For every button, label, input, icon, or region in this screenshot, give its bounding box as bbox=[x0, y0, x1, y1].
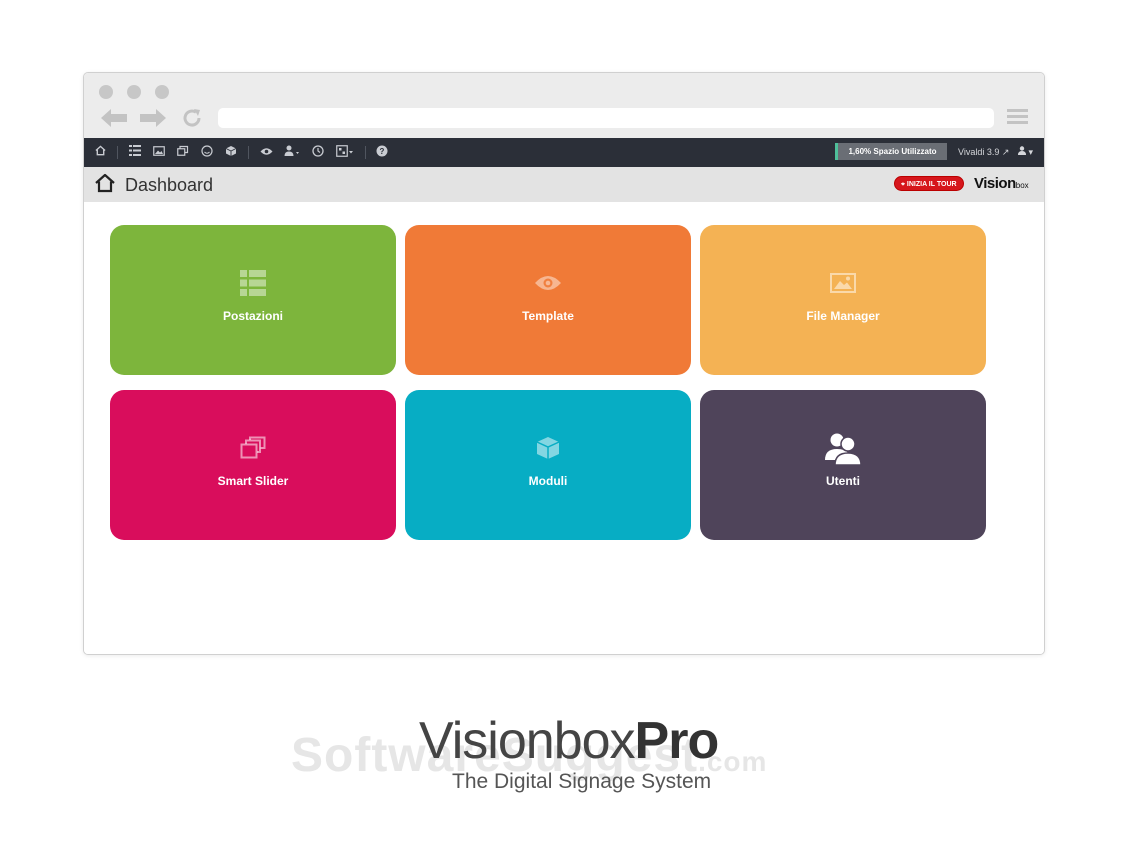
page-title: Dashboard bbox=[125, 175, 214, 195]
start-tour-label: INIZIA IL TOUR bbox=[906, 181, 957, 188]
qr-code-icon[interactable] bbox=[336, 145, 354, 159]
hamburger-menu-icon[interactable] bbox=[1007, 109, 1028, 125]
browser-chrome bbox=[84, 73, 1044, 138]
tile-postazioni[interactable]: Postazioni bbox=[110, 225, 396, 375]
tile-label: Template bbox=[522, 309, 574, 323]
tile-file-manager[interactable]: File Manager bbox=[700, 225, 986, 375]
user-menu[interactable]: ▾ bbox=[1018, 145, 1033, 159]
storage-usage-bar[interactable]: 1,60% Spazio Utilizzato bbox=[835, 143, 947, 160]
slides-icon[interactable] bbox=[177, 145, 189, 159]
home-icon[interactable] bbox=[95, 145, 106, 159]
window-maximize-dot[interactable] bbox=[155, 85, 169, 99]
window-close-dot[interactable] bbox=[99, 85, 113, 99]
home-outline-icon[interactable] bbox=[94, 173, 116, 193]
tile-moduli[interactable]: Moduli bbox=[405, 390, 691, 540]
toolbar-separator bbox=[248, 146, 249, 159]
eye-icon[interactable] bbox=[260, 145, 273, 159]
footer-logo: SoftwareSuggest.com VisionboxPro The Dig… bbox=[0, 712, 1130, 812]
back-arrow-icon[interactable] bbox=[99, 107, 129, 131]
toolbar-separator bbox=[365, 146, 366, 159]
brand-logo: Visionbox bbox=[974, 175, 1029, 195]
svg-text:?: ? bbox=[380, 147, 385, 156]
product-name-main: Visionbox bbox=[419, 712, 636, 770]
map-pin-icon: ⌖ bbox=[901, 181, 905, 188]
tile-label: Postazioni bbox=[222, 309, 283, 323]
reload-icon[interactable] bbox=[181, 107, 203, 131]
tile-smart-slider[interactable]: Smart Slider bbox=[110, 390, 396, 540]
tile-label: Smart Slider bbox=[217, 474, 289, 488]
brand-logo-suffix: box bbox=[1015, 181, 1029, 190]
user-menu-caret: ▾ bbox=[1028, 147, 1034, 157]
cube-icon[interactable] bbox=[225, 145, 237, 159]
product-name-suffix: Pro bbox=[634, 712, 720, 770]
user-icon bbox=[1018, 146, 1026, 155]
version-link[interactable]: Vivaldi 3.9 ↗ bbox=[958, 146, 1009, 158]
users-icon[interactable] bbox=[284, 145, 300, 159]
smile-icon[interactable] bbox=[201, 145, 213, 159]
dashboard-content: Postazioni Template File Manager Smart S… bbox=[84, 202, 1044, 654]
users-icon bbox=[700, 432, 986, 466]
forward-arrow-icon[interactable] bbox=[138, 107, 168, 131]
window-minimize-dot[interactable] bbox=[127, 85, 141, 99]
browser-window: ? 1,60% Spazio Utilizzato Vivaldi 3.9 ↗ … bbox=[83, 72, 1045, 655]
cube-icon bbox=[405, 434, 691, 462]
brand-logo-text: Vision bbox=[974, 175, 1016, 192]
product-name: VisionboxPro bbox=[419, 712, 720, 770]
product-tagline: The Digital Signage System bbox=[452, 770, 712, 793]
tile-label: Utenti bbox=[826, 474, 860, 488]
tile-label: Moduli bbox=[528, 474, 568, 488]
image-icon[interactable] bbox=[153, 145, 165, 159]
tile-template[interactable]: Template bbox=[405, 225, 691, 375]
list-icon[interactable] bbox=[129, 145, 141, 159]
list-icon bbox=[110, 269, 396, 297]
image-icon bbox=[700, 269, 986, 297]
app-toolbar: ? 1,60% Spazio Utilizzato Vivaldi 3.9 ↗ … bbox=[84, 138, 1044, 167]
eye-icon bbox=[405, 269, 691, 297]
toolbar-separator bbox=[117, 146, 118, 159]
tile-label: File Manager bbox=[806, 309, 880, 323]
help-icon[interactable]: ? bbox=[376, 145, 388, 159]
page-header: Dashboard ⌖ INIZIA IL TOUR Visionbox bbox=[84, 167, 1044, 202]
tile-utenti[interactable]: Utenti bbox=[700, 390, 986, 540]
slides-icon bbox=[110, 434, 396, 462]
address-bar[interactable] bbox=[218, 108, 994, 128]
start-tour-button[interactable]: ⌖ INIZIA IL TOUR bbox=[894, 176, 964, 191]
clock-icon[interactable] bbox=[312, 145, 324, 159]
